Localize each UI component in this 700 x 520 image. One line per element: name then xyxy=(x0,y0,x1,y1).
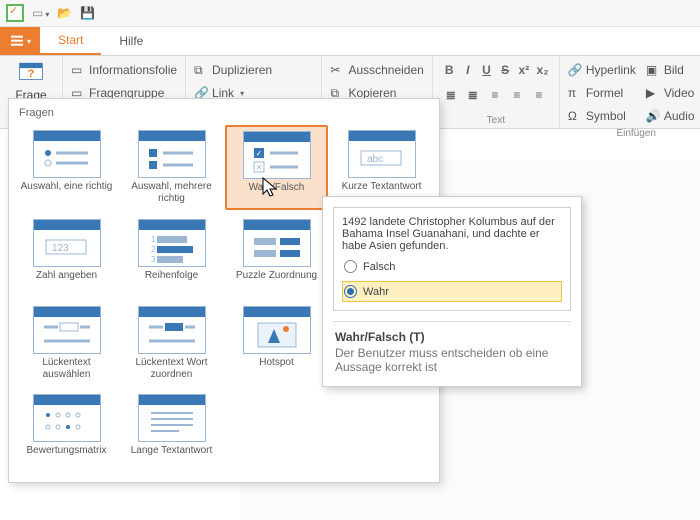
svg-text:abc: abc xyxy=(367,154,383,165)
hyperlink-button[interactable]: 🔗Hyperlink xyxy=(568,60,636,80)
gallery-thumb: 123 xyxy=(138,219,206,267)
gallery-item-0[interactable]: Auswahl, eine richtig xyxy=(15,125,118,210)
tooltip-desc: Der Benutzer muss entscheiden ob eine Au… xyxy=(323,344,581,386)
gallery-thumb xyxy=(138,306,206,354)
gallery-item-label: Reihenfolge xyxy=(145,270,198,292)
gallery-item-5[interactable]: 123 Reihenfolge xyxy=(120,214,223,297)
save-icon[interactable]: 💾 xyxy=(80,6,95,20)
gallery-item-label: Lückentext auswählen xyxy=(18,357,115,380)
cursor-icon xyxy=(260,176,280,203)
svg-text:✕: ✕ xyxy=(255,163,262,172)
sub-button[interactable]: x₂ xyxy=(534,60,551,80)
preview-question-text: 1492 landete Christopher Kolumbus auf de… xyxy=(342,216,562,252)
video-button[interactable]: ▶Video xyxy=(646,83,700,103)
svg-text:2: 2 xyxy=(151,245,156,254)
formel-button[interactable]: πFormel xyxy=(568,83,636,103)
gallery-item-13[interactable]: Lange Textantwort xyxy=(120,389,223,472)
quick-access-toolbar: ▭▾ 📂 💾 xyxy=(0,0,700,27)
align-right-icon[interactable]: ≡ xyxy=(529,85,549,105)
bold-button[interactable]: B xyxy=(441,60,458,80)
tab-strip: ▾ Start Hilfe xyxy=(0,27,700,56)
svg-text:123: 123 xyxy=(52,243,69,254)
gallery-item-label: Lange Textantwort xyxy=(131,445,213,467)
gallery-thumb xyxy=(243,219,311,267)
gallery-thumb xyxy=(33,306,101,354)
gallery-thumb: ✓✕ xyxy=(243,131,311,179)
gallery-thumb xyxy=(138,394,206,442)
strike-button[interactable]: S xyxy=(497,60,514,80)
question-tooltip: 1492 landete Christopher Kolumbus auf de… xyxy=(322,196,582,387)
informationsfolie-button[interactable]: ▭Informationsfolie xyxy=(71,60,177,80)
symbol-button[interactable]: ΩSymbol xyxy=(568,106,636,126)
gallery-item-label: Zahl angeben xyxy=(36,270,97,292)
gallery-item-10[interactable]: Hotspot xyxy=(225,301,328,385)
new-icon[interactable]: ▭▾ xyxy=(32,6,49,20)
gallery-item-12[interactable]: Bewertungsmatrix xyxy=(15,389,118,472)
gallery-thumb xyxy=(33,130,101,178)
gallery-thumb xyxy=(138,130,206,178)
gallery-item-label: Hotspot xyxy=(259,357,293,379)
gallery-item-1[interactable]: Auswahl, mehrere richtig xyxy=(120,125,223,210)
gallery-item-label: Bewertungsmatrix xyxy=(26,445,106,467)
tab-help[interactable]: Hilfe xyxy=(101,27,161,55)
svg-text:1: 1 xyxy=(151,235,156,244)
ausschneiden-button[interactable]: ✂Ausschneiden xyxy=(330,60,423,80)
gallery-item-4[interactable]: 123 Zahl angeben xyxy=(15,214,118,297)
gallery-item-8[interactable]: Lückentext auswählen xyxy=(15,301,118,385)
svg-text:3: 3 xyxy=(151,255,156,264)
gallery-item-label: Auswahl, mehrere richtig xyxy=(123,181,220,204)
bullets-icon[interactable]: ≣ xyxy=(441,85,461,105)
numbers-icon[interactable]: ≣ xyxy=(463,85,483,105)
align-left-icon[interactable]: ≡ xyxy=(485,85,505,105)
app-icon xyxy=(6,4,24,22)
duplizieren-button[interactable]: ⧉Duplizieren xyxy=(194,60,313,80)
gallery-title: Fragen xyxy=(15,105,433,125)
preview-option-false: Falsch xyxy=(342,256,562,277)
gallery-item-label: Lückentext Wort zuordnen xyxy=(123,357,220,380)
tooltip-preview: 1492 landete Christopher Kolumbus auf de… xyxy=(333,207,571,311)
tooltip-name: Wahr/Falsch (T) xyxy=(323,324,581,344)
gallery-thumb xyxy=(33,394,101,442)
file-tab[interactable]: ▾ xyxy=(0,27,40,55)
group-label-text: Text xyxy=(441,115,551,126)
tab-start[interactable]: Start xyxy=(40,27,101,55)
open-icon[interactable]: 📂 xyxy=(57,6,72,20)
underline-button[interactable]: U xyxy=(478,60,495,80)
align-center-icon[interactable]: ≡ xyxy=(507,85,527,105)
gallery-thumb: 123 xyxy=(33,219,101,267)
super-button[interactable]: x² xyxy=(516,60,533,80)
group-label-insert: Einfügen xyxy=(568,128,700,139)
gallery-thumb: abc xyxy=(348,130,416,178)
gallery-item-label: Auswahl, eine richtig xyxy=(21,181,113,203)
preview-option-true: Wahr xyxy=(342,281,562,302)
gallery-item-9[interactable]: Lückentext Wort zuordnen xyxy=(120,301,223,385)
svg-text:✓: ✓ xyxy=(255,149,262,158)
gallery-thumb xyxy=(243,306,311,354)
audio-button[interactable]: 🔊Audio▾ xyxy=(646,106,700,126)
svg-text:?: ? xyxy=(28,68,35,80)
bild-button[interactable]: ▣Bild xyxy=(646,60,700,80)
italic-button[interactable]: I xyxy=(460,60,477,80)
gallery-item-6[interactable]: Puzzle Zuordnung xyxy=(225,214,328,297)
gallery-item-label: Puzzle Zuordnung xyxy=(236,270,317,292)
